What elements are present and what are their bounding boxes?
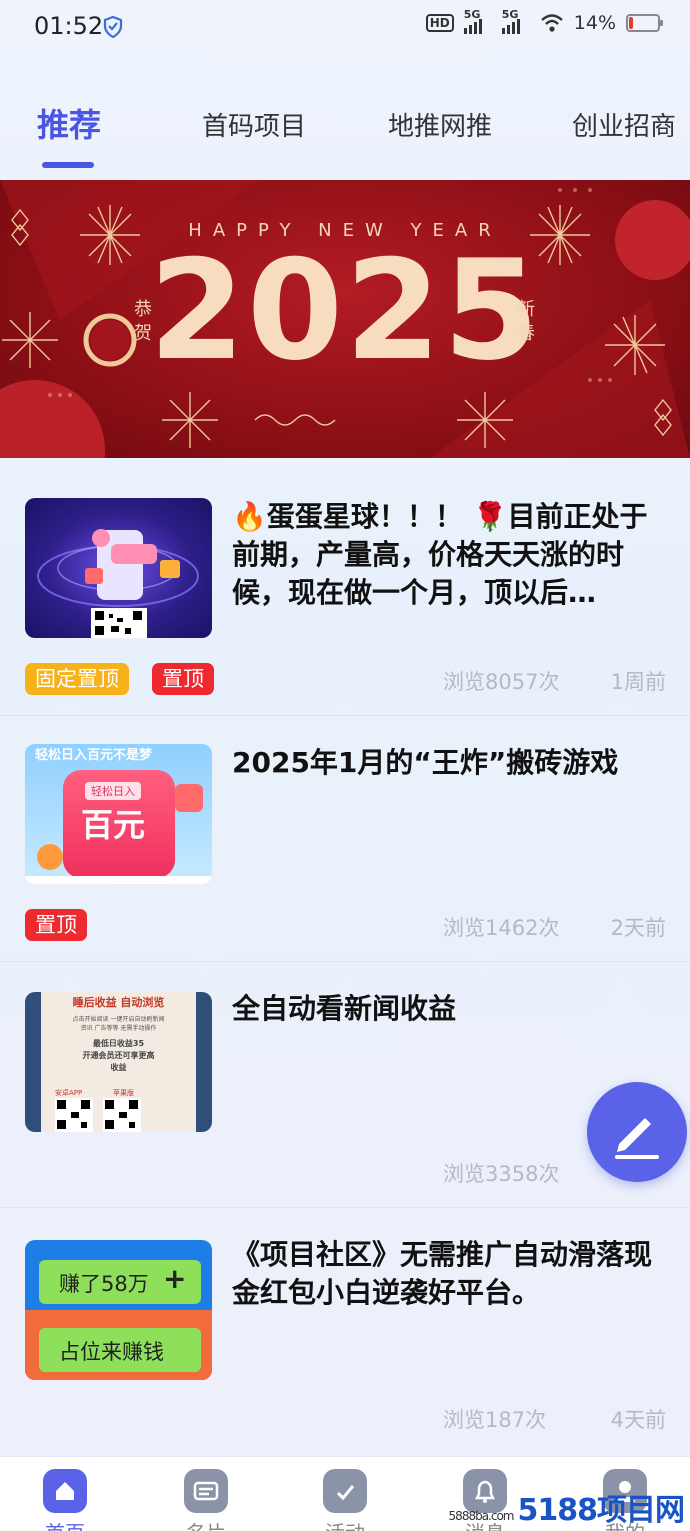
feed-item[interactable]: 赚了58万 + 占位来赚钱 《项目社区》无需推广自动滑落现金红包小白逆袭好平台。… <box>0 1208 690 1456</box>
compose-button[interactable] <box>587 1082 687 1182</box>
tab-recommend[interactable]: 推荐 <box>37 100 101 146</box>
hd-icon: HD <box>425 14 454 32</box>
banner-right-text: 新春 <box>517 299 535 344</box>
tag-pinned: 置顶 <box>25 909 87 941</box>
thumb-button-text: 占位来赚钱 <box>59 1340 164 1364</box>
view-count: 浏览3358次 <box>443 1162 560 1186</box>
status-bar: 01:52 HD 5G 5G 14% <box>0 0 690 56</box>
card-icon <box>184 1469 228 1513</box>
pen-icon <box>615 1118 659 1159</box>
view-count: 浏览187次 <box>443 1408 547 1432</box>
item-title[interactable]: 《项目社区》无需推广自动滑落现金红包小白逆袭好平台。 <box>232 1236 662 1312</box>
thumb-label: 安卓APP <box>55 1089 83 1097</box>
tag-pinned: 置顶 <box>152 663 214 695</box>
item-thumbnail <box>25 498 212 638</box>
thumb-top-text: 轻松日入百元不是梦 <box>35 748 153 763</box>
signal-icon: 5G <box>463 8 492 34</box>
thumb-line: 最低日收益35 <box>92 1039 145 1048</box>
post-time: 1周前 <box>610 670 666 694</box>
tab-business[interactable]: 创业招商 <box>572 106 676 143</box>
tab-indicator <box>42 162 94 168</box>
feed-item[interactable]: 🔥蛋蛋星球！！！ 🌹目前正处于前期，产量高，价格天天涨的时候，现在做一个月，顶以… <box>0 470 690 716</box>
battery-icon <box>626 14 663 32</box>
home-icon <box>43 1469 87 1513</box>
thumb-label: 苹果版 <box>113 1089 134 1097</box>
battery-fill <box>629 17 633 29</box>
item-title[interactable]: 🔥蛋蛋星球！！！ 🌹目前正处于前期，产量高，价格天天涨的时候，现在做一个月，顶以… <box>232 498 662 612</box>
nav-label: 首页 <box>20 1517 110 1531</box>
thumb-line: 收益 <box>110 1063 127 1072</box>
item-thumbnail: 赚了58万 + 占位来赚钱 <box>25 1240 212 1380</box>
watermark: 5888ba.com 5188项目网 <box>448 1485 685 1529</box>
thumb-main-text: 百元 <box>81 806 146 844</box>
item-thumbnail: 轻松日入百元不是梦 轻松日入 百元 <box>25 744 212 884</box>
signal-label: 5G <box>463 8 481 21</box>
view-count: 浏览8057次 <box>443 670 560 694</box>
watermark-brand: 5188项目网 <box>517 1493 685 1528</box>
item-thumbnail: 睡后收益 自动浏览 点击开始阅读 一键开启自动刷新闻 资讯 广告等等 无需手动操… <box>25 992 212 1132</box>
nav-label: 活动 <box>300 1517 390 1531</box>
item-title[interactable]: 2025年1月的“王炸”搬砖游戏 <box>232 744 662 782</box>
tab-first-code[interactable]: 首码项目 <box>202 106 306 143</box>
wifi-icon <box>540 14 563 32</box>
post-time: 2天前 <box>610 916 666 940</box>
banner-left-text: 恭贺 <box>134 299 152 344</box>
thumb-head: 睡后收益 自动浏览 <box>72 996 165 1009</box>
thumb-line: 资讯 广告等等 无需手动操作 <box>80 1025 157 1032</box>
new-year-banner[interactable]: HAPPY NEW YEAR 2025 恭贺 新春 <box>0 180 690 458</box>
signal-icon: 5G <box>501 8 530 34</box>
view-count: 浏览1462次 <box>443 916 560 940</box>
nav-label: 名片 <box>161 1517 251 1531</box>
tab-promotion[interactable]: 地推网推 <box>388 106 492 143</box>
banner-year: 2025 <box>148 230 542 391</box>
watermark-domain: 5888ba.com <box>448 1509 515 1523</box>
bottom-nav: 首页 名片 活动 消息 我的 5888ba.com5188项目网 <box>0 1456 690 1531</box>
shield-icon <box>103 16 123 38</box>
plus-icon: + <box>163 1262 187 1295</box>
status-time: 01:52 <box>34 12 104 40</box>
item-title[interactable]: 全自动看新闻收益 <box>232 990 662 1028</box>
battery-text: 14% <box>573 12 616 34</box>
thumb-badge: 轻松日入 <box>85 782 141 800</box>
signal-label: 5G <box>501 8 519 21</box>
category-tabs: 推荐 首码项目 地推网推 创业招商 <box>0 92 690 172</box>
thumb-line: 点击开始阅读 一键开启自动刷新闻 <box>72 1016 165 1023</box>
tag-pinned-fixed: 固定置顶 <box>25 663 129 695</box>
thumb-line: 开通会员还可享更高 <box>82 1051 155 1060</box>
feed-item[interactable]: 轻松日入百元不是梦 轻松日入 百元 2025年1月的“王炸”搬砖游戏 置顶 浏览… <box>0 716 690 962</box>
task-icon <box>323 1469 367 1513</box>
thumb-button-text: 赚了58万 <box>59 1272 149 1296</box>
post-time: 4天前 <box>610 1408 666 1432</box>
